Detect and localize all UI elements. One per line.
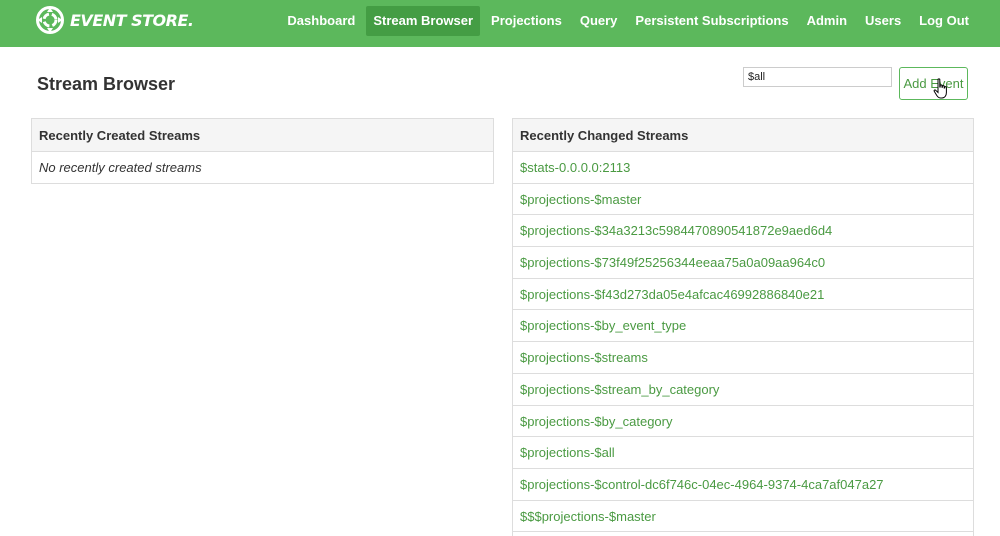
stream-row: $projections-$streams — [513, 342, 973, 374]
stream-link[interactable]: $projections-$control-dc6f746c-04ec-4964… — [520, 477, 884, 492]
page-title: Stream Browser — [37, 74, 176, 94]
stream-row: $stats-0.0.0.0:2113 — [513, 152, 973, 184]
top-navbar: EVENT STORE. Dashboard Stream Browser Proj… — [0, 0, 1000, 47]
stream-row: $projections-$control-dc6f746c-04ec-4964… — [513, 469, 973, 501]
stream-list: $stats-0.0.0.0:2113 $projections-$master $… — [513, 152, 973, 533]
nav-item-log-out[interactable]: Log Out — [912, 6, 976, 36]
logo-text: EVENT STORE. — [70, 10, 194, 30]
nav-item-stream-browser[interactable]: Stream Browser — [366, 6, 481, 36]
nav-item-admin[interactable]: Admin — [800, 6, 854, 36]
stream-row: $projections-$stream_by_category — [513, 374, 973, 406]
nav-item-persistent-subscriptions[interactable]: Persistent Subscriptions — [628, 6, 795, 36]
stream-link[interactable]: $$$projections-$master — [520, 509, 656, 524]
stream-link[interactable]: $projections-$by_category — [520, 414, 672, 429]
recently-created-streams-panel: Recently Created Streams No recently cre… — [31, 118, 494, 184]
nav-item-projections[interactable]: Projections — [484, 6, 569, 36]
stream-row: $projections-$all — [513, 437, 973, 469]
stream-link[interactable]: $stats-0.0.0.0:2113 — [520, 160, 630, 175]
stream-row: $$$projections-$master — [513, 501, 973, 533]
stream-search-input[interactable] — [743, 67, 892, 87]
recently-changed-heading: Recently Changed Streams — [513, 119, 973, 152]
add-event-button[interactable]: Add Event — [899, 67, 968, 100]
main-nav: Dashboard Stream Browser Projections Query P… — [276, 6, 976, 36]
stream-row: $projections-$34a3213c5984470890541872e9… — [513, 215, 973, 248]
nav-item-query[interactable]: Query — [573, 6, 625, 36]
event-store-logo[interactable]: EVENT STORE. — [36, 6, 194, 34]
nav-item-users[interactable]: Users — [858, 6, 908, 36]
stream-link[interactable]: $projections-$f43d273da05e4afcac46992886… — [520, 287, 824, 302]
stream-row: $projections-$master — [513, 184, 973, 216]
stream-link[interactable]: $projections-$73f49f25256344eeaa75a0a09a… — [520, 255, 825, 270]
stream-link[interactable]: $projections-$all — [520, 445, 615, 460]
stream-link[interactable]: $projections-$master — [520, 192, 641, 207]
stream-link[interactable]: $projections-$streams — [520, 350, 648, 365]
stream-row: $projections-$f43d273da05e4afcac46992886… — [513, 279, 973, 311]
no-streams-message: No recently created streams — [39, 160, 202, 175]
stream-link[interactable]: $projections-$by_event_type — [520, 318, 686, 333]
recently-created-heading: Recently Created Streams — [32, 119, 493, 152]
stream-link[interactable]: $projections-$stream_by_category — [520, 382, 719, 397]
nav-item-dashboard[interactable]: Dashboard — [280, 6, 362, 36]
recently-changed-streams-panel: Recently Changed Streams $stats-0.0.0.0:… — [512, 118, 974, 536]
stream-row: $projections-$by_category — [513, 406, 973, 438]
stream-link[interactable]: $projections-$34a3213c5984470890541872e9… — [520, 223, 832, 238]
stream-row: $projections-$73f49f25256344eeaa75a0a09a… — [513, 247, 973, 279]
stream-row: $projections-$by_event_type — [513, 310, 973, 343]
event-store-logo-icon — [36, 6, 64, 34]
